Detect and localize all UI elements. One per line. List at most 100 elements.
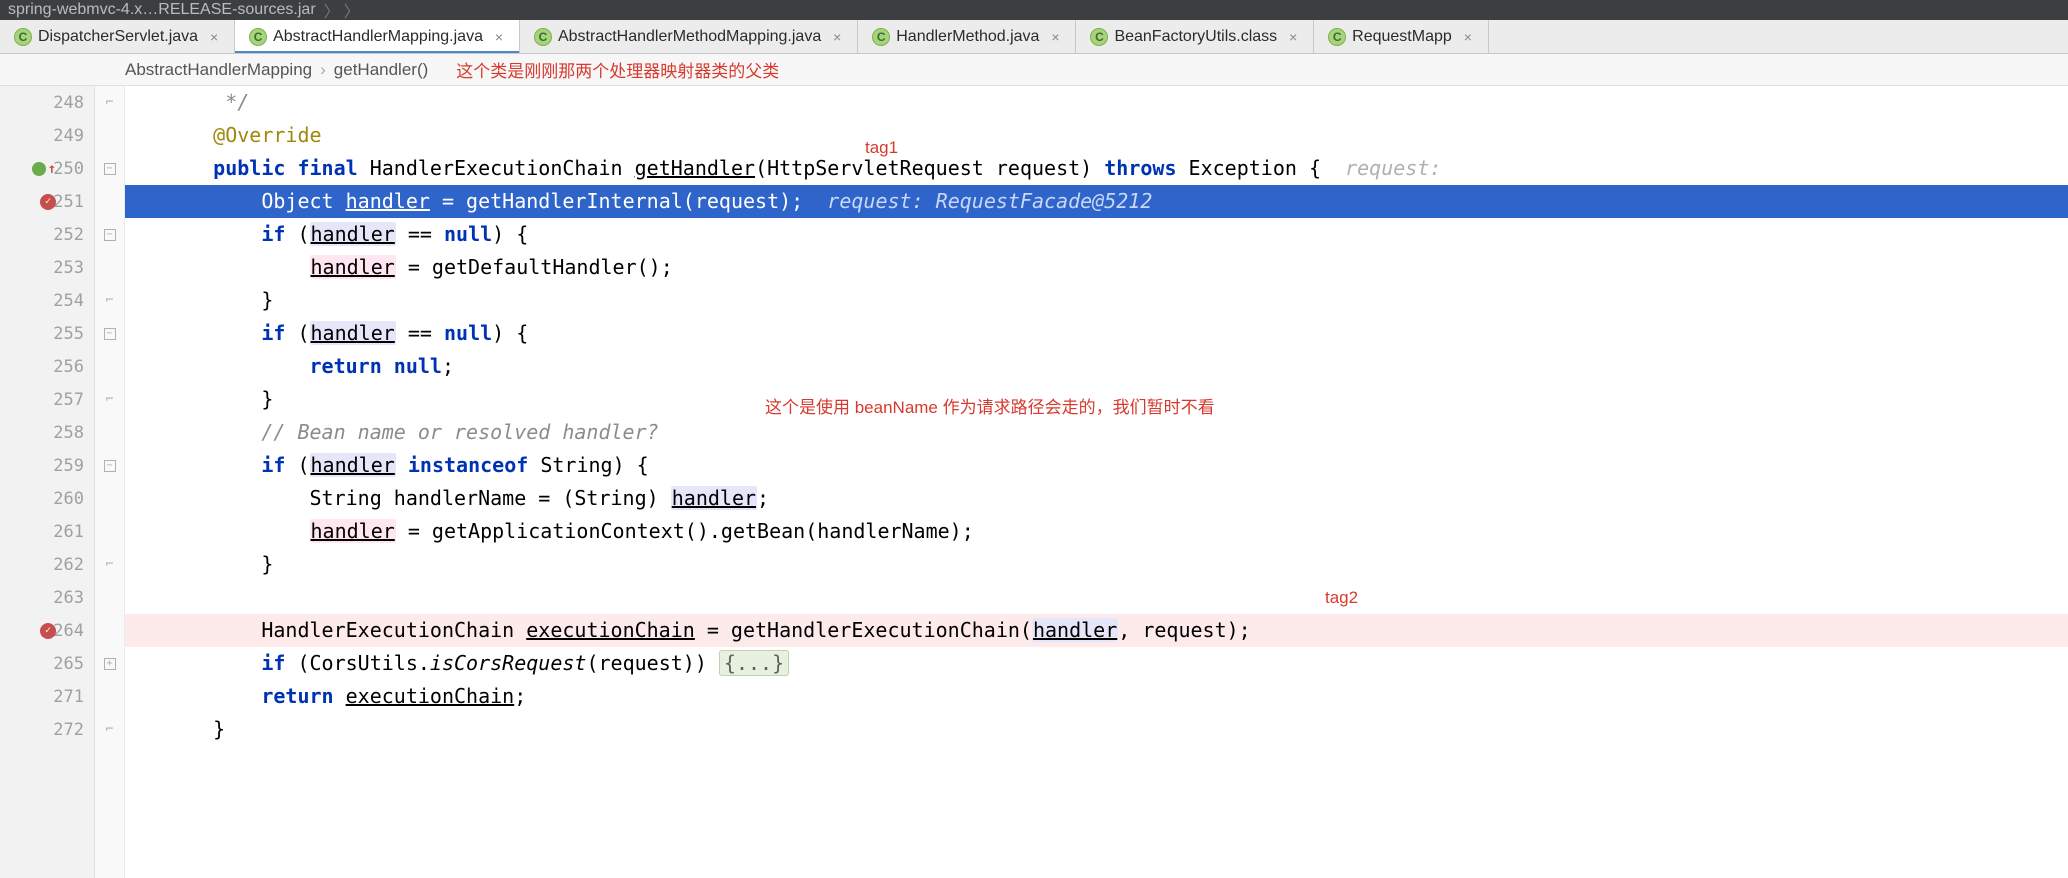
fold-handle[interactable]: ⌐ — [95, 284, 124, 317]
fold-handle[interactable]: + — [95, 647, 124, 680]
breakpoint-icon[interactable] — [40, 623, 56, 639]
editor-tab[interactable]: CAbstractHandlerMapping.java× — [235, 20, 520, 53]
fold-handle — [95, 251, 124, 284]
close-icon[interactable]: × — [208, 31, 220, 43]
code-line[interactable]: @Override — [125, 119, 2068, 152]
gutter-row[interactable]: 261 — [0, 515, 94, 548]
line-number: 260 — [50, 489, 84, 509]
line-number: 257 — [50, 390, 84, 410]
code-editor[interactable]: 248 249250↑251 252 253254 255 256 257 258259 260… — [0, 86, 2068, 878]
code-line[interactable]: if (handler == null) { — [125, 317, 2068, 350]
fold-handle[interactable]: ⌐ — [95, 383, 124, 416]
code-line[interactable]: if (CorsUtils.isCorsRequest(request)) {.… — [125, 647, 2068, 680]
line-gutter: 248 249250↑251 252 253254 255 256 257 258259 260… — [0, 86, 95, 878]
fold-minus-icon[interactable]: − — [104, 328, 116, 340]
gutter-row[interactable]: 250↑ — [0, 152, 94, 185]
fold-handle — [95, 185, 124, 218]
fold-handle[interactable]: − — [95, 317, 124, 350]
fold-plus-icon[interactable]: + — [104, 658, 116, 670]
gutter-row[interactable]: 248 — [0, 86, 94, 119]
line-number: 271 — [50, 687, 84, 707]
gutter-row[interactable]: 260 — [0, 482, 94, 515]
code-line[interactable]: handler = getApplicationContext().getBea… — [125, 515, 2068, 548]
close-icon[interactable]: × — [1287, 31, 1299, 43]
gutter-row[interactable]: 262 — [0, 548, 94, 581]
code-line[interactable]: if (handler == null) { — [125, 218, 2068, 251]
gutter-row[interactable]: 253 — [0, 251, 94, 284]
code-line[interactable]: return executionChain; — [125, 680, 2068, 713]
code-line[interactable]: handler = getDefaultHandler(); — [125, 251, 2068, 284]
fold-handle[interactable]: − — [95, 449, 124, 482]
breadcrumb-class[interactable]: AbstractHandlerMapping — [125, 60, 312, 80]
tab-label: HandlerMethod.java — [896, 28, 1039, 46]
class-icon: C — [1090, 28, 1108, 46]
gutter-row[interactable]: 258 — [0, 416, 94, 449]
fold-minus-icon[interactable]: − — [104, 460, 116, 472]
code-line[interactable]: public final HandlerExecutionChain getHa… — [125, 152, 2068, 185]
code-line[interactable]: if (handler instanceof String) { — [125, 449, 2068, 482]
editor-tab[interactable]: C BeanFactoryUtils.class × — [1076, 20, 1314, 53]
code-line[interactable]: HandlerExecutionChain executionChain = g… — [125, 614, 2068, 647]
code-area[interactable]: tag1 这个是使用 beanName 作为请求路径会走的，我们暂时不看 tag… — [125, 86, 2068, 878]
fold-handle — [95, 416, 124, 449]
gutter-row[interactable]: 254 — [0, 284, 94, 317]
editor-tab[interactable]: C RequestMapp × — [1314, 20, 1489, 53]
gutter-row[interactable]: 249 — [0, 119, 94, 152]
code-line[interactable]: } — [125, 548, 2068, 581]
editor-tab[interactable]: CDispatcherServlet.java× — [0, 20, 235, 53]
gutter-row[interactable]: 259 — [0, 449, 94, 482]
fold-minus-icon[interactable]: − — [104, 229, 116, 241]
editor-tab[interactable]: CAbstractHandlerMethodMapping.java× — [520, 20, 858, 53]
gutter-row[interactable]: 255 — [0, 317, 94, 350]
override-icon[interactable] — [32, 162, 46, 176]
gutter-row[interactable]: 257 — [0, 383, 94, 416]
code-line[interactable] — [125, 581, 2068, 614]
gutter-row[interactable]: 265 — [0, 647, 94, 680]
jar-crumb[interactable]: spring-webmvc-4.x…RELEASE-sources.jar — [8, 1, 316, 19]
code-line[interactable]: */ — [125, 86, 2068, 119]
code-line[interactable]: } — [125, 713, 2068, 746]
line-number: 261 — [50, 522, 84, 542]
tab-label: AbstractHandlerMapping.java — [273, 28, 483, 46]
gutter-row[interactable]: 252 — [0, 218, 94, 251]
fold-handle[interactable]: − — [95, 218, 124, 251]
code-line[interactable]: return null; — [125, 350, 2068, 383]
gutter-row[interactable]: 263 — [0, 581, 94, 614]
fold-handle[interactable]: ⌐ — [95, 713, 124, 746]
fold-handle[interactable]: − — [95, 152, 124, 185]
fold-handle[interactable]: ⌐ — [95, 86, 124, 119]
fold-handle — [95, 680, 124, 713]
fold-minus-icon[interactable]: − — [104, 163, 116, 175]
fold-handle — [95, 581, 124, 614]
line-number: 248 — [50, 93, 84, 113]
close-icon[interactable]: × — [493, 31, 505, 43]
gutter-row[interactable]: 264 — [0, 614, 94, 647]
code-line[interactable]: String handlerName = (String) handler; — [125, 482, 2068, 515]
fold-handle — [95, 350, 124, 383]
code-line[interactable]: // Bean name or resolved handler? — [125, 416, 2068, 449]
chevron-right-icon: 〉 — [344, 4, 360, 20]
code-line[interactable]: Object handler = getHandlerInternal(requ… — [125, 185, 2068, 218]
breadcrumb-method[interactable]: getHandler() — [334, 60, 429, 80]
class-icon: C — [1328, 28, 1346, 46]
tab-label: BeanFactoryUtils.class — [1114, 28, 1277, 46]
gutter-row[interactable]: 251 — [0, 185, 94, 218]
annotation-note-top: 这个类是刚刚那两个处理器映射器类的父类 — [456, 57, 779, 82]
tab-label: AbstractHandlerMethodMapping.java — [558, 28, 821, 46]
fold-handle — [95, 515, 124, 548]
gutter-row[interactable]: 272 — [0, 713, 94, 746]
chevron-right-icon: › — [320, 60, 326, 80]
gutter-row[interactable]: 271 — [0, 680, 94, 713]
code-line[interactable]: } — [125, 383, 2068, 416]
close-icon[interactable]: × — [1049, 31, 1061, 43]
line-number: 252 — [50, 225, 84, 245]
code-line[interactable]: } — [125, 284, 2068, 317]
line-number: 255 — [50, 324, 84, 344]
close-icon[interactable]: × — [1462, 31, 1474, 43]
close-icon[interactable]: × — [831, 31, 843, 43]
fold-handle[interactable]: ⌐ — [95, 548, 124, 581]
tab-label: RequestMapp — [1352, 28, 1452, 46]
breakpoint-icon[interactable] — [40, 194, 56, 210]
gutter-row[interactable]: 256 — [0, 350, 94, 383]
editor-tab[interactable]: CHandlerMethod.java× — [858, 20, 1076, 53]
